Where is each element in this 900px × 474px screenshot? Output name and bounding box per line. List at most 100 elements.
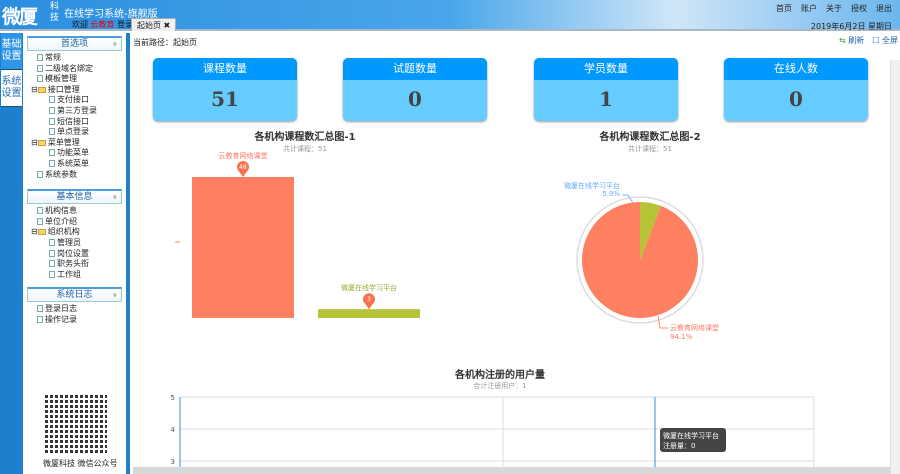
bar-marker-tip (238, 170, 248, 177)
bar-label: 微厦在线学习平台 (341, 283, 397, 292)
tree-item-label: 功能菜单 (57, 148, 89, 158)
nav-logout[interactable]: 退出 (876, 3, 892, 14)
main-content: 当前路径：起始页 ⇆ 刷新 ☐ 全屏 课程数量 51 试题数量 0 学员数量 1 在线… (130, 33, 898, 474)
tab-start-page[interactable]: 起始页 ✖ (131, 18, 177, 31)
nav-license[interactable]: 授权 (851, 3, 867, 14)
tree-item[interactable]: 常规 (23, 53, 126, 64)
tree-item-label: 管理员 (57, 237, 81, 247)
nav-home[interactable]: 首页 (776, 3, 792, 14)
tree-item[interactable]: 工作组 (23, 270, 126, 281)
tree-item[interactable]: 短信接口 (23, 117, 126, 128)
page-icon (37, 305, 43, 313)
tree-item-label: 系统参数 (45, 169, 77, 179)
page-icon (49, 149, 55, 157)
page-icon (49, 128, 55, 136)
page-icon (49, 238, 55, 246)
page-icon (49, 270, 55, 278)
tree-item-label: 短信接口 (57, 116, 89, 126)
page-icon (37, 170, 43, 178)
tree-item[interactable]: 二级域名绑定 (23, 64, 126, 75)
sidebar-section-header[interactable]: 首选项 » (27, 36, 122, 51)
tree-item-label: 菜单管理 (47, 137, 80, 147)
tree-folder[interactable]: ⊟ 组织机构 (23, 227, 126, 238)
pie-label: 云教育网络课堂 (670, 323, 719, 332)
y-tick-label: 3 (171, 458, 175, 466)
tree-item[interactable]: 单点登录 (23, 127, 126, 138)
page-icon (49, 260, 55, 268)
pie-label: 微厦在线学习平台 (564, 181, 620, 190)
tree-item[interactable]: 登录日志 (23, 304, 126, 315)
section-title: 首选项 (60, 39, 88, 49)
date: 2019年6月2日 星期日 (810, 22, 892, 31)
charts: 48云教育网络课堂3微厦在线学习平台云教育网络课堂94.1%微厦在线学习平台5.… (171, 151, 815, 474)
tree-item[interactable]: 岗位设置 (23, 249, 126, 260)
tree-item[interactable]: 系统菜单 (23, 159, 126, 170)
tree-item[interactable]: 功能菜单 (23, 148, 126, 159)
folder-icon (37, 229, 46, 236)
close-icon[interactable]: ✖ (164, 21, 171, 30)
tree-item-label: 模板管理 (45, 74, 77, 84)
tree-item-label: 第三方登录 (57, 105, 97, 115)
collapse-icon[interactable]: ⊟ (31, 138, 38, 147)
collapse-icon[interactable]: ⊟ (31, 227, 38, 236)
bar-label: 云教育网络课堂 (219, 151, 268, 160)
bar-value: 3 (367, 296, 371, 303)
y-tick-label: 4 (171, 426, 176, 434)
tree-item[interactable]: 第三方登录 (23, 106, 126, 117)
tree-item-label: 单位介绍 (45, 216, 77, 226)
tree-item-label: 支付接口 (57, 95, 89, 105)
tree-item[interactable]: 单位介绍 (23, 217, 126, 228)
sidebar-section-header[interactable]: 基本信息 » (27, 189, 122, 205)
header: 微厦 科技 在线学习系统-旗舰版 欢迎 云教育 登录 起始页 ✖ 首页 账户 关… (0, 0, 900, 31)
tree-item-label: 系统菜单 (57, 158, 89, 168)
tree-item-label: 工作组 (57, 269, 81, 279)
tree-item-label: 机构信息 (45, 206, 77, 216)
tree-item[interactable]: 模板管理 (23, 74, 126, 85)
chevron-down-icon[interactable]: » (109, 293, 121, 298)
scrollbar[interactable] (890, 60, 900, 474)
username: 云教育 (90, 20, 115, 29)
tree-item[interactable]: 管理员 (23, 238, 126, 249)
tree-item[interactable]: 系统参数 (23, 170, 126, 181)
tree-folder[interactable]: ⊟ 菜单管理 (23, 138, 126, 149)
top-nav: 首页 账户 关于 授权 退出 (776, 3, 892, 14)
tree-item[interactable]: 支付接口 (23, 95, 126, 106)
page-icon (49, 249, 55, 257)
tooltip-name: 微厦在线学习平台 (663, 431, 719, 440)
tree-item-label: 岗位设置 (57, 248, 89, 258)
tree-item-label: 常规 (45, 53, 61, 62)
logo: 微厦 (2, 6, 38, 28)
bar (192, 177, 294, 318)
bar-value: 48 (239, 164, 247, 171)
page-icon (37, 315, 43, 323)
qr-code (45, 395, 107, 455)
page-icon (37, 207, 43, 215)
section-title: 基本信息 (56, 192, 93, 203)
vtab-system-settings[interactable]: 系统设置 (1, 70, 22, 107)
logo-side: 科技 (50, 2, 60, 23)
collapse-icon[interactable]: ⊟ (31, 85, 38, 94)
tree-item[interactable]: 机构信息 (23, 206, 126, 217)
tab-label: 起始页 (137, 21, 161, 30)
folder-icon (37, 139, 46, 146)
vtab-basic-settings[interactable]: 基础设置 (1, 33, 22, 70)
page-icon (37, 217, 43, 225)
tree-item-label: 接口管理 (47, 84, 80, 94)
section-title: 系统日志 (56, 290, 93, 301)
nav-account[interactable]: 账户 (801, 3, 817, 14)
tree-item[interactable]: 职务头衔 (23, 259, 126, 270)
chevron-down-icon[interactable]: » (109, 42, 121, 47)
chevron-down-icon[interactable]: » (109, 195, 121, 200)
tree-item-label: 登录日志 (45, 304, 77, 314)
tree-item-label: 组织机构 (47, 227, 80, 237)
tree-item[interactable]: 操作记录 (23, 315, 126, 326)
tree-folder[interactable]: ⊟ 接口管理 (23, 85, 126, 96)
sidebar-section-header[interactable]: 系统日志 » (27, 287, 122, 303)
nav-about[interactable]: 关于 (826, 3, 842, 14)
vertical-tabs: 基础设置 系统设置 (0, 33, 23, 474)
welcome: 欢迎 云教育 登录 (72, 19, 133, 30)
tree-item-label: 职务头衔 (57, 259, 89, 269)
page-icon (37, 54, 43, 61)
page-icon (49, 96, 55, 104)
tree-item-label: 单点登录 (57, 127, 89, 137)
